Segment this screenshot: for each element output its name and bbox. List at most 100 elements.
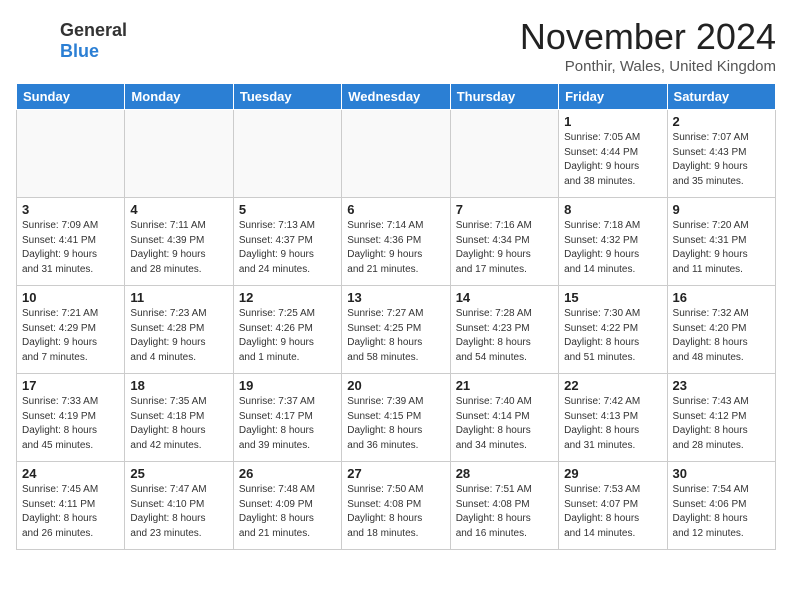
day-info: Sunrise: 7:39 AM Sunset: 4:15 PM Dayligh… xyxy=(347,395,444,453)
calendar-week-row: 3 Sunrise: 7:09 AM Sunset: 4:41 PM Daylig… xyxy=(17,198,776,286)
day-number: 13 xyxy=(347,290,444,305)
calendar-cell: 22 Sunrise: 7:42 AM Sunset: 4:13 PM Dayli… xyxy=(559,374,667,462)
day-number: 22 xyxy=(564,378,661,393)
day-number: 5 xyxy=(239,202,336,217)
weekday-header: Monday xyxy=(125,84,233,110)
day-number: 20 xyxy=(347,378,444,393)
weekday-header: Sunday xyxy=(17,84,125,110)
day-info: Sunrise: 7:40 AM Sunset: 4:14 PM Dayligh… xyxy=(456,395,553,453)
day-number: 12 xyxy=(239,290,336,305)
day-info: Sunrise: 7:27 AM Sunset: 4:25 PM Dayligh… xyxy=(347,307,444,365)
calendar-cell: 1Sunrise: 7:05 AM Sunset: 4:44 PM Daylig… xyxy=(559,110,667,198)
calendar-cell xyxy=(233,110,341,198)
calendar-cell: 11 Sunrise: 7:23 AM Sunset: 4:28 PM Dayli… xyxy=(125,286,233,374)
day-number: 10 xyxy=(22,290,119,305)
day-number: 25 xyxy=(130,466,227,481)
calendar-cell: 8 Sunrise: 7:18 AM Sunset: 4:32 PM Daylig… xyxy=(559,198,667,286)
day-number: 19 xyxy=(239,378,336,393)
day-info: Sunrise: 7:42 AM Sunset: 4:13 PM Dayligh… xyxy=(564,395,661,453)
title-block: November 2024 Ponthir, Wales, United Kin… xyxy=(520,16,776,75)
calendar-cell xyxy=(342,110,450,198)
day-number: 14 xyxy=(456,290,553,305)
calendar-cell: 15Sunrise: 7:30 AM Sunset: 4:22 PM Dayli… xyxy=(559,286,667,374)
calendar-cell: 6 Sunrise: 7:14 AM Sunset: 4:36 PM Daylig… xyxy=(342,198,450,286)
day-info: Sunrise: 7:50 AM Sunset: 4:08 PM Dayligh… xyxy=(347,483,444,541)
calendar-cell: 12 Sunrise: 7:25 AM Sunset: 4:26 PM Dayli… xyxy=(233,286,341,374)
calendar-cell: 27 Sunrise: 7:50 AM Sunset: 4:08 PM Dayli… xyxy=(342,462,450,550)
day-info: Sunrise: 7:53 AM Sunset: 4:07 PM Dayligh… xyxy=(564,483,661,541)
calendar-cell: 2 Sunrise: 7:07 AM Sunset: 4:43 PM Daylig… xyxy=(667,110,775,198)
calendar-week-row: 24 Sunrise: 7:45 AM Sunset: 4:11 PM Dayli… xyxy=(17,462,776,550)
day-info: Sunrise: 7:28 AM Sunset: 4:23 PM Dayligh… xyxy=(456,307,553,365)
calendar-cell: 18 Sunrise: 7:35 AM Sunset: 4:18 PM Dayli… xyxy=(125,374,233,462)
day-info: Sunrise: 7:47 AM Sunset: 4:10 PM Dayligh… xyxy=(130,483,227,541)
calendar-cell: 3 Sunrise: 7:09 AM Sunset: 4:41 PM Daylig… xyxy=(17,198,125,286)
calendar-cell xyxy=(125,110,233,198)
day-info: Sunrise: 7:09 AM Sunset: 4:41 PM Dayligh… xyxy=(22,219,119,277)
day-number: 2 xyxy=(673,114,770,129)
weekday-header: Saturday xyxy=(667,84,775,110)
calendar-cell: 30 Sunrise: 7:54 AM Sunset: 4:06 PM Dayli… xyxy=(667,462,775,550)
day-number: 9 xyxy=(673,202,770,217)
day-number: 24 xyxy=(22,466,119,481)
day-info: Sunrise: 7:37 AM Sunset: 4:17 PM Dayligh… xyxy=(239,395,336,453)
day-info: Sunrise: 7:33 AM Sunset: 4:19 PM Dayligh… xyxy=(22,395,119,453)
weekday-header: Tuesday xyxy=(233,84,341,110)
calendar-cell: 9 Sunrise: 7:20 AM Sunset: 4:31 PM Daylig… xyxy=(667,198,775,286)
day-number: 3 xyxy=(22,202,119,217)
day-number: 27 xyxy=(347,466,444,481)
day-info: Sunrise: 7:43 AM Sunset: 4:12 PM Dayligh… xyxy=(673,395,770,453)
day-info: Sunrise: 7:16 AM Sunset: 4:34 PM Dayligh… xyxy=(456,219,553,277)
day-number: 7 xyxy=(456,202,553,217)
day-info: Sunrise: 7:51 AM Sunset: 4:08 PM Dayligh… xyxy=(456,483,553,541)
day-number: 8 xyxy=(564,202,661,217)
day-info: Sunrise: 7:25 AM Sunset: 4:26 PM Dayligh… xyxy=(239,307,336,365)
calendar-cell: 24 Sunrise: 7:45 AM Sunset: 4:11 PM Dayli… xyxy=(17,462,125,550)
day-number: 6 xyxy=(347,202,444,217)
day-number: 30 xyxy=(673,466,770,481)
calendar-cell: 4 Sunrise: 7:11 AM Sunset: 4:39 PM Daylig… xyxy=(125,198,233,286)
calendar-cell: 26 Sunrise: 7:48 AM Sunset: 4:09 PM Dayli… xyxy=(233,462,341,550)
day-number: 29 xyxy=(564,466,661,481)
day-info: Sunrise: 7:07 AM Sunset: 4:43 PM Dayligh… xyxy=(673,131,770,189)
day-number: 26 xyxy=(239,466,336,481)
day-info: Sunrise: 7:35 AM Sunset: 4:18 PM Dayligh… xyxy=(130,395,227,453)
calendar-cell: 28 Sunrise: 7:51 AM Sunset: 4:08 PM Dayli… xyxy=(450,462,558,550)
day-info: Sunrise: 7:18 AM Sunset: 4:32 PM Dayligh… xyxy=(564,219,661,277)
calendar-cell: 25 Sunrise: 7:47 AM Sunset: 4:10 PM Dayli… xyxy=(125,462,233,550)
day-number: 18 xyxy=(130,378,227,393)
day-info: Sunrise: 7:54 AM Sunset: 4:06 PM Dayligh… xyxy=(673,483,770,541)
calendar-cell: 13 Sunrise: 7:27 AM Sunset: 4:25 PM Dayli… xyxy=(342,286,450,374)
location-text: Ponthir, Wales, United Kingdom xyxy=(520,58,776,75)
calendar-cell: 16 Sunrise: 7:32 AM Sunset: 4:20 PM Dayli… xyxy=(667,286,775,374)
logo: Gen eral General Blue xyxy=(16,16,127,62)
weekday-header: Thursday xyxy=(450,84,558,110)
day-info: Sunrise: 7:20 AM Sunset: 4:31 PM Dayligh… xyxy=(673,219,770,277)
day-number: 4 xyxy=(130,202,227,217)
day-info: Sunrise: 7:48 AM Sunset: 4:09 PM Dayligh… xyxy=(239,483,336,541)
calendar-cell xyxy=(450,110,558,198)
calendar-week-row: 17Sunrise: 7:33 AM Sunset: 4:19 PM Dayli… xyxy=(17,374,776,462)
calendar-cell: 14 Sunrise: 7:28 AM Sunset: 4:23 PM Dayli… xyxy=(450,286,558,374)
calendar-cell: 10 Sunrise: 7:21 AM Sunset: 4:29 PM Dayli… xyxy=(17,286,125,374)
day-number: 28 xyxy=(456,466,553,481)
calendar-cell: 23 Sunrise: 7:43 AM Sunset: 4:12 PM Dayli… xyxy=(667,374,775,462)
day-info: Sunrise: 7:21 AM Sunset: 4:29 PM Dayligh… xyxy=(22,307,119,365)
calendar-cell: 29 Sunrise: 7:53 AM Sunset: 4:07 PM Dayli… xyxy=(559,462,667,550)
calendar-week-row: 10 Sunrise: 7:21 AM Sunset: 4:29 PM Dayli… xyxy=(17,286,776,374)
calendar-cell: 19 Sunrise: 7:37 AM Sunset: 4:17 PM Dayli… xyxy=(233,374,341,462)
calendar-cell: 7 Sunrise: 7:16 AM Sunset: 4:34 PM Daylig… xyxy=(450,198,558,286)
day-number: 21 xyxy=(456,378,553,393)
page-header: Gen eral General Blue November 2024 Pont… xyxy=(16,16,776,75)
day-info: Sunrise: 7:23 AM Sunset: 4:28 PM Dayligh… xyxy=(130,307,227,365)
day-number: 23 xyxy=(673,378,770,393)
day-info: Sunrise: 7:32 AM Sunset: 4:20 PM Dayligh… xyxy=(673,307,770,365)
day-info: Sunrise: 7:11 AM Sunset: 4:39 PM Dayligh… xyxy=(130,219,227,277)
day-info: Sunrise: 7:14 AM Sunset: 4:36 PM Dayligh… xyxy=(347,219,444,277)
day-number: 1 xyxy=(564,114,661,129)
day-info: Sunrise: 7:45 AM Sunset: 4:11 PM Dayligh… xyxy=(22,483,119,541)
day-number: 11 xyxy=(130,290,227,305)
day-number: 16 xyxy=(673,290,770,305)
calendar-cell: 20 Sunrise: 7:39 AM Sunset: 4:15 PM Dayli… xyxy=(342,374,450,462)
day-info: Sunrise: 7:30 AM Sunset: 4:22 PM Dayligh… xyxy=(564,307,661,365)
